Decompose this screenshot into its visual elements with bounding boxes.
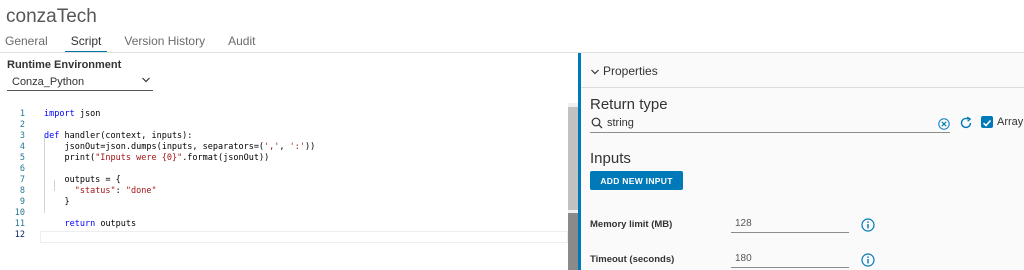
code-token: )) xyxy=(305,142,316,152)
code-token: , xyxy=(279,142,290,152)
code-token: json xyxy=(74,109,101,119)
editor-scrollbar[interactable] xyxy=(568,103,578,270)
return-type-label: Return type xyxy=(590,96,668,113)
code-token: : xyxy=(115,186,126,196)
code-token: outputs xyxy=(95,219,137,229)
code-line: jsonOut=json.dumps(inputs, separators=('… xyxy=(44,142,315,153)
tab-general[interactable]: General xyxy=(0,32,54,53)
runtime-environment-select[interactable]: Conza_Python xyxy=(7,73,153,91)
code-token: print( xyxy=(44,153,96,163)
add-new-input-button[interactable]: ADD NEW INPUT xyxy=(590,171,683,190)
code-editor[interactable]: 1 2 3 4 5 6 7 8 9 10 11 12 import json def handler(c… xyxy=(0,103,578,270)
code-token: .format(jsonOut)) xyxy=(182,153,270,163)
refresh-icon[interactable] xyxy=(959,116,973,130)
properties-title: Properties xyxy=(603,64,658,78)
current-line-highlight xyxy=(40,231,568,243)
code-token: handler(context, inputs): xyxy=(59,131,193,141)
return-type-value: string xyxy=(607,117,634,129)
line-gutter: 1 2 3 4 5 6 7 8 9 10 11 12 xyxy=(0,103,38,270)
code-line: "status": "done" xyxy=(44,186,157,197)
script-pane: Runtime Environment Conza_Python 1234567… xyxy=(0,53,578,270)
scrollbar-thumb[interactable] xyxy=(568,107,578,210)
code-token: def xyxy=(44,131,60,141)
code-token: jsonOut=json.dumps(inputs, separators=( xyxy=(44,142,265,152)
tab-script[interactable]: Script xyxy=(64,32,108,53)
code-token: outputs = { xyxy=(44,175,121,185)
line-number: 9 xyxy=(19,197,25,207)
properties-header[interactable]: Properties xyxy=(581,53,1024,88)
line-number: 1 xyxy=(19,109,25,119)
line-number: 7 xyxy=(19,175,25,185)
runtime-environment-value: Conza_Python xyxy=(12,76,85,88)
inputs-label: Inputs xyxy=(590,150,631,167)
line-number: 8 xyxy=(19,186,25,196)
line-number: 12 xyxy=(14,230,25,240)
line-number: 2 xyxy=(19,120,25,130)
code-line: def handler(context, inputs): xyxy=(44,131,192,142)
code-line: outputs = { xyxy=(44,175,121,186)
array-checkbox[interactable] xyxy=(981,116,993,128)
timeout-input[interactable]: 180 xyxy=(731,250,849,268)
runtime-environment-label: Runtime Environment xyxy=(7,59,122,71)
memory-limit-label: Memory limit (MB) xyxy=(590,219,673,230)
clear-icon[interactable] xyxy=(938,118,950,130)
code-token: import xyxy=(44,109,75,119)
code-line: print("Inputs were {0}".format(jsonOut)) xyxy=(44,153,269,164)
line-number: 5 xyxy=(19,153,25,163)
line-number: 10 xyxy=(14,208,25,218)
tab-version-history[interactable]: Version History xyxy=(118,32,211,53)
chevron-down-icon xyxy=(142,77,150,83)
checkmark-icon xyxy=(982,119,992,127)
scrollbar-position-marker xyxy=(568,213,578,270)
code-line: import json xyxy=(44,109,100,120)
info-icon[interactable] xyxy=(861,253,875,267)
code-token: ',' xyxy=(264,142,280,152)
search-icon xyxy=(591,117,603,129)
code-token: "Inputs were {0}" xyxy=(95,153,183,163)
code-token: return xyxy=(64,219,96,229)
code-token: "status" xyxy=(74,186,116,196)
line-number: 4 xyxy=(19,142,25,152)
code-line: } xyxy=(44,197,70,208)
app-title: conzaTech xyxy=(6,6,97,27)
return-type-input[interactable]: string xyxy=(590,114,950,133)
array-label: Array xyxy=(997,116,1024,128)
memory-limit-input[interactable]: 128 xyxy=(731,215,849,233)
info-icon[interactable] xyxy=(861,218,875,232)
chevron-down-icon xyxy=(591,69,599,75)
timeout-label: Timeout (seconds) xyxy=(590,254,675,265)
line-number: 6 xyxy=(19,164,25,174)
line-number: 3 xyxy=(19,131,25,141)
code-token: } xyxy=(44,197,70,207)
tab-bar: General Script Version History Audit xyxy=(0,32,272,53)
tab-audit[interactable]: Audit xyxy=(222,32,261,53)
code-token: "done" xyxy=(125,186,157,196)
code-line: return outputs xyxy=(44,219,136,230)
code-token: ':' xyxy=(289,142,306,152)
properties-pane: Properties Return type string Array Inpu… xyxy=(581,53,1024,270)
line-number: 11 xyxy=(14,219,25,229)
